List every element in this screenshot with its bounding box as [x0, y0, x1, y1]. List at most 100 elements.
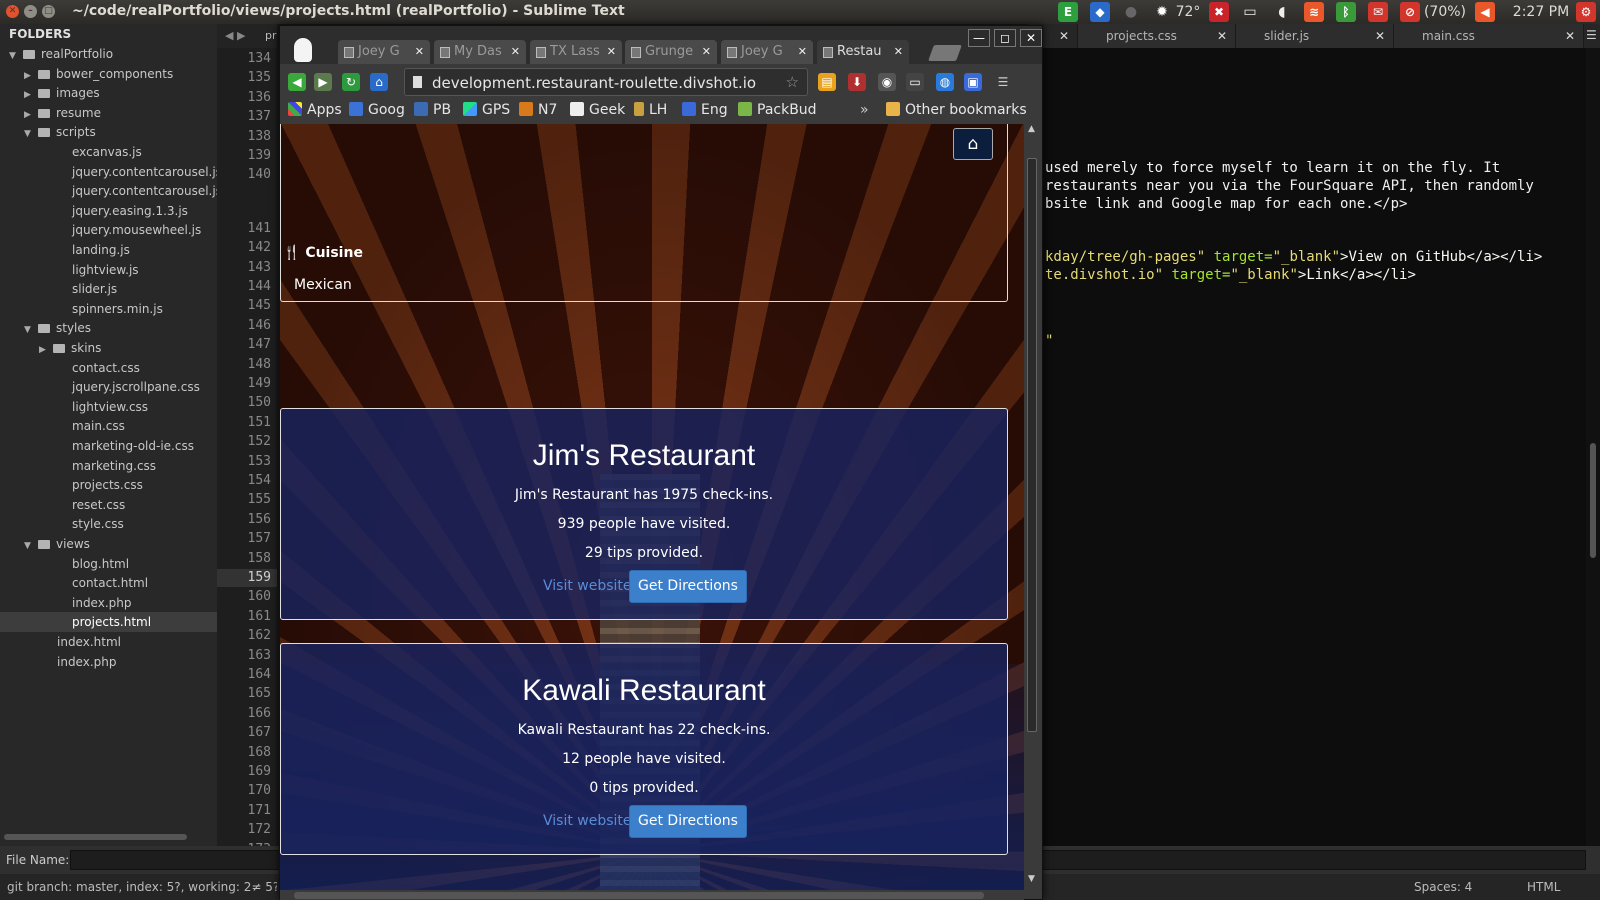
extension-chat-icon[interactable]: ◉ — [878, 73, 896, 91]
bookmark-goog[interactable]: Goog — [349, 102, 405, 118]
page-horizontal-scroll-thumb[interactable] — [294, 892, 984, 899]
sidebar-folder[interactable]: ▶ bower_components — [0, 64, 217, 84]
tab-main-css[interactable]: main.css ✕ — [1394, 24, 1584, 48]
sidebar-folder[interactable]: ▼ styles — [0, 318, 217, 338]
sidebar-folder[interactable]: ▶ skins — [0, 338, 217, 358]
browser-tab[interactable]: Joey G ✕ — [721, 40, 813, 64]
editor-tab-partial[interactable]: pr — [265, 29, 277, 42]
editor-scrollbar[interactable] — [1586, 48, 1600, 846]
forward-icon[interactable]: ▶ — [314, 73, 332, 91]
notes-tray-icon[interactable]: ▭ — [1241, 2, 1259, 22]
sidebar-file[interactable]: style.css — [0, 514, 217, 534]
sidebar-folder[interactable]: ▼ scripts — [0, 122, 217, 142]
scroll-up-arrow-icon[interactable]: ▲ — [1028, 124, 1035, 134]
sidebar-file[interactable]: lightview.js — [0, 260, 217, 280]
chrome-close-button[interactable]: ✕ — [1020, 29, 1042, 47]
weather-sun-icon[interactable]: ✹ — [1153, 2, 1171, 22]
close-tab-icon[interactable]: ✕ — [607, 40, 616, 64]
visit-website-link[interactable]: Visit website — [543, 578, 632, 594]
sidebar-file[interactable]: blog.html — [0, 554, 217, 574]
close-tab-icon[interactable]: ✕ — [702, 40, 711, 64]
sidebar-folder[interactable]: ▼ realPortfolio — [0, 44, 217, 64]
sidebar-scrollbar[interactable] — [4, 834, 187, 840]
sidebar-file[interactable]: projects.html — [0, 612, 217, 633]
tab-overflow-icon[interactable]: ☰ — [1586, 28, 1597, 42]
sidebar-file[interactable]: spinners.min.js — [0, 299, 217, 319]
page-vertical-scrollbar[interactable]: ▲ ▼ — [1024, 124, 1042, 890]
sidebar-file[interactable]: landing.js — [0, 240, 217, 260]
sidebar-file[interactable]: projects.css — [0, 475, 217, 495]
sidebar-file[interactable]: marketing.css — [0, 456, 217, 476]
indentation-status[interactable]: Spaces: 4 — [1414, 880, 1472, 894]
close-tab-icon[interactable]: ✕ — [1375, 24, 1385, 48]
get-directions-button[interactable]: Get Directions — [629, 805, 747, 838]
bookmark-geek[interactable]: Geek — [570, 102, 625, 118]
bookmark-apps[interactable]: Apps — [288, 102, 342, 118]
page-viewport[interactable]: 🍴 Cuisine Mexican ⌂ Jim's Restaurant Jim… — [280, 124, 1024, 890]
sidebar-file[interactable]: jquery.easing.1.3.js — [0, 201, 217, 221]
extension-screen-icon[interactable]: ▣ — [964, 73, 982, 91]
home-icon[interactable]: ⌂ — [370, 73, 388, 91]
extension-download-icon[interactable]: ⬇ — [848, 73, 866, 91]
address-bar[interactable]: development.restaurant-roulette.divshot.… — [404, 68, 808, 96]
sidebar-file[interactable]: index.html — [0, 632, 217, 652]
close-window-button[interactable]: ✕ — [6, 5, 19, 18]
page-home-button[interactable]: ⌂ — [953, 128, 993, 160]
tab-scroll-arrows-icon[interactable]: ◀ ▶ — [225, 29, 245, 42]
bookmark-n7[interactable]: N7 — [519, 102, 557, 118]
get-directions-button[interactable]: Get Directions — [629, 570, 747, 603]
chrome-menu-icon[interactable]: ☰ — [994, 73, 1012, 91]
profile-avatar-icon[interactable] — [294, 38, 312, 62]
bookmark-eng[interactable]: Eng — [682, 102, 728, 118]
visit-website-link[interactable]: Visit website — [543, 813, 632, 829]
wifi-icon[interactable]: ≋ — [1304, 2, 1324, 22]
page-vertical-scroll-thumb[interactable] — [1027, 158, 1037, 732]
close-tab-icon[interactable]: ✕ — [1217, 24, 1227, 48]
close-tab-icon[interactable]: ✕ — [511, 40, 520, 64]
extension-notes-icon[interactable]: ▤ — [818, 73, 836, 91]
bluetooth-icon[interactable]: ᛒ — [1336, 2, 1356, 22]
tab-projects-css[interactable]: projects.css ✕ — [1078, 24, 1236, 48]
close-tab-icon[interactable]: ✕ — [894, 40, 903, 64]
scroll-down-arrow-icon[interactable]: ▼ — [1028, 874, 1035, 884]
bookmark-star-icon[interactable]: ☆ — [786, 73, 799, 91]
close-tab-icon[interactable]: ✕ — [1059, 24, 1069, 48]
chrome-minimize-button[interactable]: — — [968, 29, 990, 47]
syntax-status[interactable]: HTML — [1527, 880, 1560, 894]
new-tab-button[interactable] — [928, 45, 962, 61]
sidebar-file[interactable]: marketing-old-ie.css — [0, 436, 217, 456]
sidebar-file[interactable]: jquery.mousewheel.js — [0, 220, 217, 240]
back-icon[interactable]: ◀ — [288, 73, 306, 91]
browser-tab[interactable]: Joey G ✕ — [338, 40, 430, 64]
sidebar-folder[interactable]: ▶ images — [0, 83, 217, 103]
dropbox-icon[interactable]: ◆ — [1090, 2, 1110, 22]
sidebar-file[interactable]: index.php — [0, 593, 217, 613]
volume-icon[interactable]: ◀ — [1475, 2, 1495, 22]
browser-tab[interactable]: My Das ✕ — [434, 40, 526, 64]
bookmarks-overflow-button[interactable]: » — [860, 102, 869, 118]
sidebar-file[interactable]: contact.html — [0, 573, 217, 593]
keyboard-tray-icon[interactable]: ◖ — [1273, 2, 1291, 22]
page-horizontal-scrollbar[interactable] — [280, 890, 1024, 900]
red-x-tray-icon[interactable]: ✖ — [1209, 2, 1229, 22]
clock[interactable]: 2:27 PM — [1505, 2, 1577, 22]
browser-tab[interactable]: Grunge ✕ — [625, 40, 717, 64]
sidebar-file[interactable]: index.php — [0, 652, 217, 672]
sidebar-file[interactable]: reset.css — [0, 495, 217, 515]
browser-tab[interactable]: Restau ✕ — [817, 40, 909, 64]
bookmark-gps[interactable]: GPS — [463, 102, 510, 118]
sidebar-file[interactable]: jquery.jscrollpane.css — [0, 377, 217, 397]
sidebar-file[interactable]: jquery.contentcarousel.js — [0, 181, 222, 201]
tab-slider-js[interactable]: slider.js ✕ — [1236, 24, 1394, 48]
battery-percentage[interactable]: (70%) — [1423, 2, 1467, 22]
weather-temperature[interactable]: 72° — [1175, 2, 1201, 22]
close-tab-icon[interactable]: ✕ — [415, 40, 424, 64]
close-tab-icon[interactable]: ✕ — [1565, 24, 1575, 48]
sidebar-file[interactable]: lightview.css — [0, 397, 217, 417]
sidebar-file[interactable]: slider.js — [0, 279, 217, 299]
close-tab-icon[interactable]: ✕ — [798, 40, 807, 64]
settings-gear-icon[interactable]: ⚙ — [1576, 2, 1596, 22]
sidebar-file[interactable]: excanvas.js — [0, 142, 217, 162]
cast-icon[interactable]: ▭ — [906, 73, 924, 91]
sync-icon[interactable]: ● — [1121, 2, 1141, 22]
